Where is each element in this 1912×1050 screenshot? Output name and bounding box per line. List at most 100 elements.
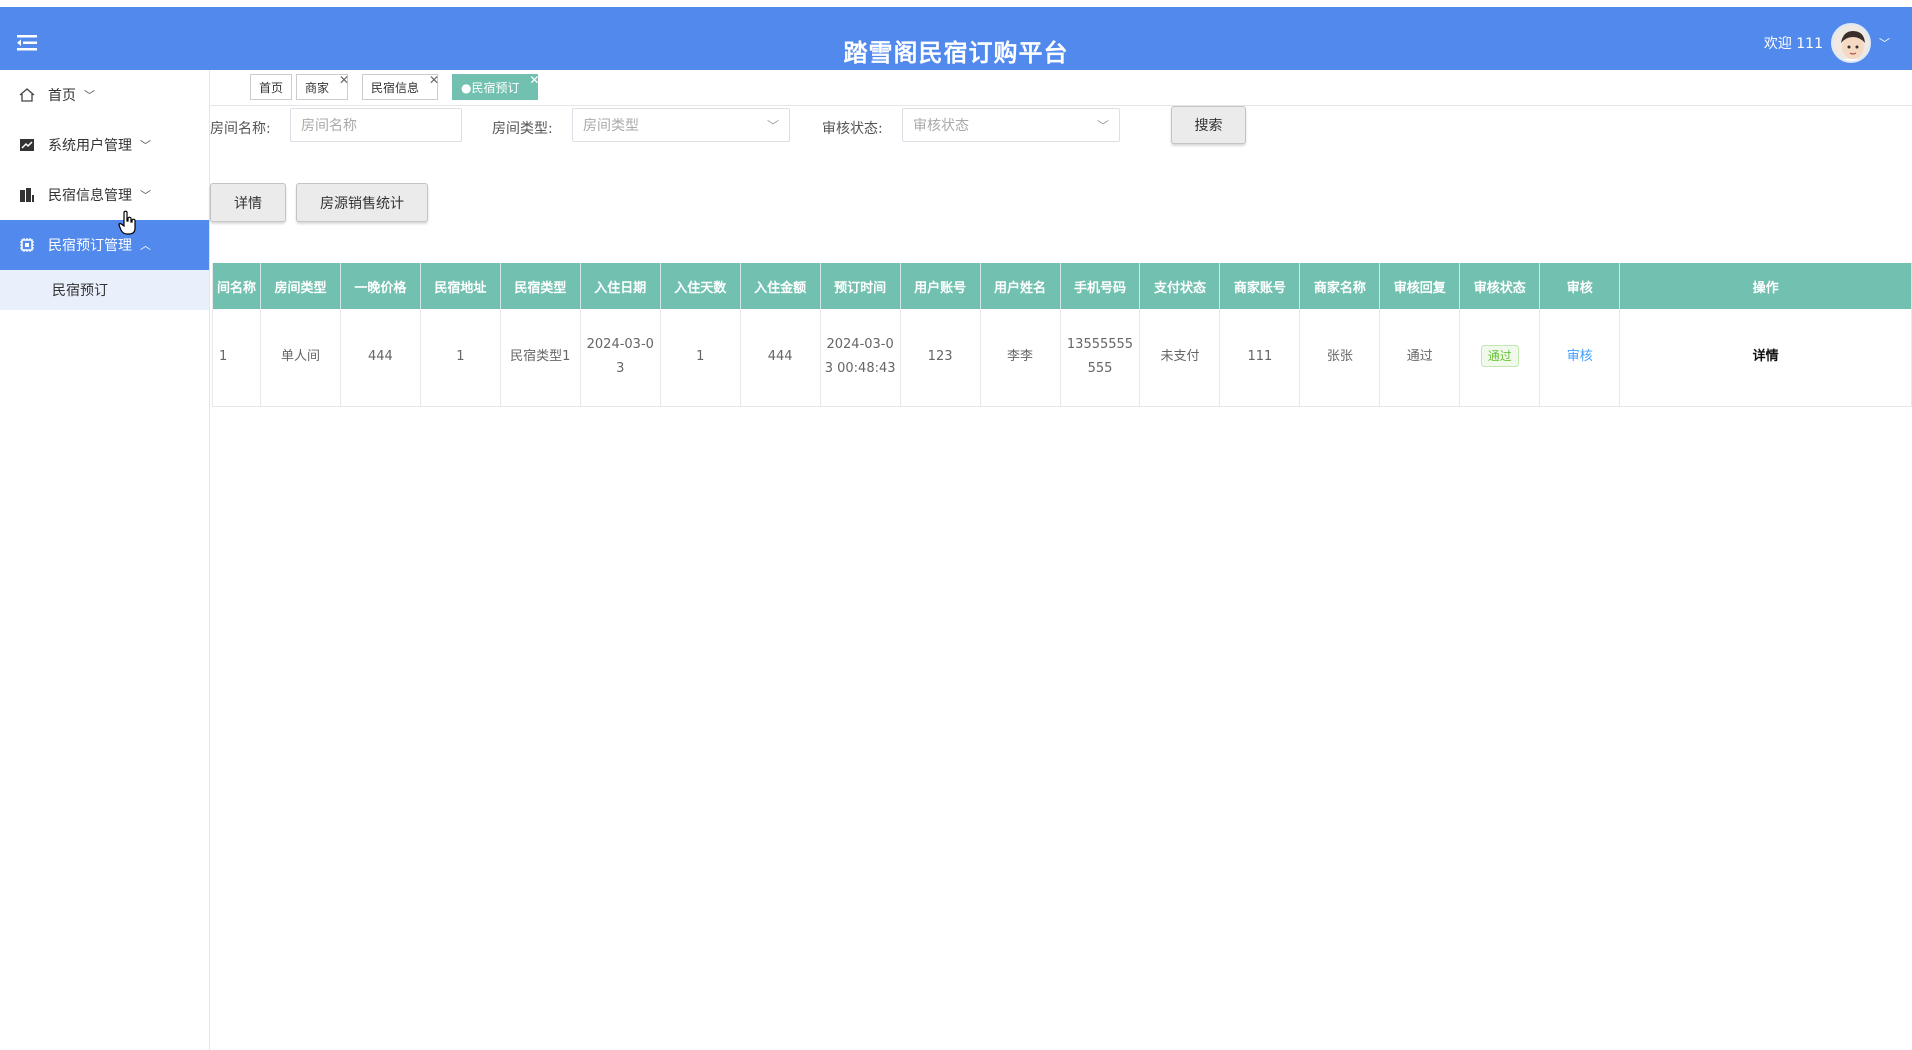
table-cell: 民宿类型1	[500, 309, 581, 407]
table-cell: 通过	[1459, 309, 1541, 407]
tab-homestay-info[interactable]: 民宿信息 ✕	[362, 73, 439, 100]
chevron-down-icon: ﹀	[84, 89, 95, 102]
table-cell: 444	[340, 309, 421, 407]
table-cell: 单人间	[260, 309, 341, 407]
sidebar-item-system-users[interactable]: 系统用户管理 ﹀	[0, 120, 209, 170]
search-button[interactable]: 搜索	[1171, 106, 1246, 144]
chip-icon	[18, 236, 36, 254]
column-header[interactable]: 民宿地址	[420, 263, 501, 309]
tab-label: 商家	[305, 80, 330, 95]
detail-button[interactable]: 详情	[210, 183, 286, 222]
tab-home[interactable]: 首页	[250, 74, 293, 100]
room-name-label: 房间名称:	[210, 121, 271, 137]
close-icon[interactable]: ✕	[529, 73, 539, 87]
tab-merchant[interactable]: 商家 ✕	[296, 73, 349, 100]
close-icon[interactable]: ✕	[339, 73, 349, 87]
sidebar-item-label: 首页	[48, 88, 76, 104]
booking-table: 间名称 房间类型 一晚价格 民宿地址 民宿类型 入住日期 入住天数 入住金额 预…	[212, 263, 1912, 407]
column-header[interactable]: 操作	[1619, 263, 1912, 309]
sidebar-item-booking-management[interactable]: 民宿预订管理 ︿	[0, 220, 209, 270]
review-status-select[interactable]: 审核状态 ﹀	[902, 108, 1120, 142]
column-header[interactable]: 入住日期	[580, 263, 661, 309]
chevron-up-icon: ︿	[140, 239, 151, 252]
close-icon[interactable]: ✕	[429, 73, 439, 87]
chevron-down-icon: ﹀	[1096, 119, 1109, 133]
tab-label: ●民宿预订	[461, 80, 520, 95]
chevron-down-icon: ﹀	[140, 139, 151, 152]
review-status-label: 审核状态:	[822, 121, 883, 137]
review-link[interactable]: 审核	[1567, 349, 1593, 364]
column-header[interactable]: 审核	[1539, 263, 1621, 309]
top-strip	[0, 0, 1912, 7]
avatar[interactable]	[1831, 23, 1871, 63]
sidebar-subitem-label: 民宿预订	[52, 283, 108, 299]
room-name-placeholder: 房间名称	[301, 118, 357, 134]
column-header[interactable]: 用户账号	[900, 263, 981, 309]
sidebar-item-homestay-info[interactable]: 民宿信息管理 ﹀	[0, 170, 209, 220]
tab-label: 首页	[259, 80, 284, 95]
column-header[interactable]: 入住天数	[660, 263, 741, 309]
sidebar-item-home[interactable]: 首页 ﹀	[0, 70, 209, 120]
table-cell: 李李	[980, 309, 1061, 407]
column-header[interactable]: 手机号码	[1060, 263, 1141, 309]
user-admin-icon	[18, 136, 36, 154]
sidebar: 首页 ﹀ 系统用户管理 ﹀ 民宿信息管理 ﹀ 民宿预订管理 ︿ 民宿预订	[0, 70, 210, 1050]
table-cell: 通过	[1379, 309, 1461, 407]
tab-bar: 首页 商家 ✕ 民宿信息 ✕ ●民宿预订 ✕	[210, 70, 1912, 106]
sidebar-item-label: 民宿预订管理	[48, 238, 132, 254]
column-header[interactable]: 民宿类型	[500, 263, 581, 309]
table-cell: 审核	[1539, 309, 1621, 407]
app-header: 踏雪阁民宿订购平台 欢迎 111 ﹀	[0, 7, 1912, 70]
column-header[interactable]: 间名称	[212, 263, 261, 309]
sales-stats-button[interactable]: 房源销售统计	[296, 183, 428, 222]
sidebar-subitem-booking[interactable]: 民宿预订	[0, 270, 209, 310]
table-header-row: 间名称 房间类型 一晚价格 民宿地址 民宿类型 入住日期 入住天数 入住金额 预…	[212, 263, 1912, 309]
home-icon	[18, 86, 36, 104]
column-header[interactable]: 预订时间	[820, 263, 901, 309]
sales-stats-button-label: 房源销售统计	[320, 195, 404, 212]
chevron-down-icon[interactable]: ﹀	[1879, 35, 1890, 51]
column-header[interactable]: 商家账号	[1219, 263, 1301, 309]
tab-booking[interactable]: ●民宿预订 ✕	[452, 73, 539, 100]
table-cell: 111	[1219, 309, 1301, 407]
table-cell: 详情	[1619, 309, 1912, 407]
table-row[interactable]: 1 单人间 444 1 民宿类型1 2024-03-03 1 444 2024-…	[212, 309, 1912, 407]
table-cell: 1	[420, 309, 501, 407]
column-header[interactable]: 入住金额	[740, 263, 821, 309]
room-name-input[interactable]: 房间名称	[290, 108, 462, 142]
column-header[interactable]: 审核状态	[1459, 263, 1541, 309]
building-icon	[18, 186, 36, 204]
review-status-placeholder: 审核状态	[913, 118, 969, 134]
avatar-face-icon	[1833, 25, 1869, 61]
room-type-placeholder: 房间类型	[583, 118, 639, 134]
room-type-select[interactable]: 房间类型 ﹀	[572, 108, 790, 142]
column-header[interactable]: 审核回复	[1379, 263, 1461, 309]
column-header[interactable]: 一晚价格	[340, 263, 421, 309]
table-cell: 未支付	[1139, 309, 1221, 407]
table-cell: 2024-03-03	[580, 309, 661, 407]
app-title: 踏雪阁民宿订购平台	[843, 39, 1069, 67]
welcome-text: 欢迎 111	[1763, 36, 1823, 52]
table-cell: 2024-03-03 00:48:43	[820, 309, 901, 407]
review-status-badge: 通过	[1480, 345, 1519, 368]
row-detail-link[interactable]: 详情	[1753, 349, 1779, 364]
user-menu[interactable]: 欢迎 111 ﹀	[1764, 21, 1890, 65]
column-header[interactable]: 商家名称	[1299, 263, 1381, 309]
table-cell: 123	[900, 309, 981, 407]
column-header[interactable]: 支付状态	[1139, 263, 1221, 309]
chevron-down-icon: ﹀	[766, 119, 779, 133]
table-cell: 13555555555	[1060, 309, 1141, 407]
sidebar-item-label: 系统用户管理	[48, 138, 132, 154]
hand-cursor-icon	[118, 210, 136, 235]
tab-label: 民宿信息	[371, 80, 420, 95]
search-button-label: 搜索	[1194, 118, 1223, 134]
sidebar-item-label: 民宿信息管理	[48, 188, 132, 204]
column-header[interactable]: 用户姓名	[980, 263, 1061, 309]
detail-button-label: 详情	[234, 195, 262, 212]
column-header[interactable]: 房间类型	[260, 263, 341, 309]
table-cell: 1	[660, 309, 741, 407]
room-type-label: 房间类型:	[492, 121, 553, 137]
chevron-down-icon: ﹀	[140, 189, 151, 202]
table-cell: 张张	[1299, 309, 1381, 407]
table-cell: 444	[740, 309, 821, 407]
